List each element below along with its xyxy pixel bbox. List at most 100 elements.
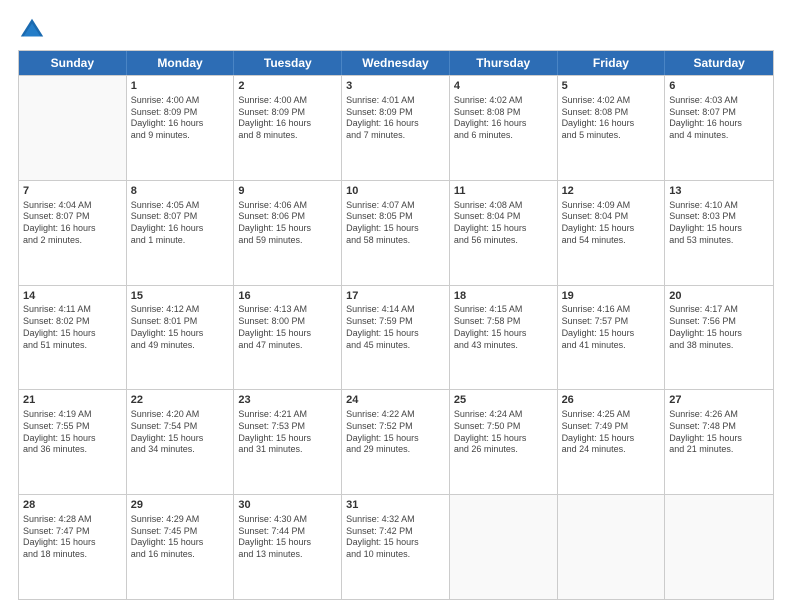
sunset-text: Sunset: 8:08 PM: [562, 107, 661, 119]
daylight-text-cont: and 21 minutes.: [669, 444, 769, 456]
sunrise-text: Sunrise: 4:26 AM: [669, 409, 769, 421]
daylight-text-cont: and 38 minutes.: [669, 340, 769, 352]
sunrise-text: Sunrise: 4:30 AM: [238, 514, 337, 526]
day-number: 19: [562, 289, 661, 304]
calendar-cell: 3Sunrise: 4:01 AMSunset: 8:09 PMDaylight…: [342, 76, 450, 180]
day-number: 23: [238, 393, 337, 408]
day-number: 27: [669, 393, 769, 408]
calendar-cell: 26Sunrise: 4:25 AMSunset: 7:49 PMDayligh…: [558, 390, 666, 494]
day-number: 12: [562, 184, 661, 199]
logo-icon: [18, 16, 46, 44]
daylight-text: Daylight: 15 hours: [454, 328, 553, 340]
weekday-header: Sunday: [19, 51, 127, 75]
calendar-cell: 1Sunrise: 4:00 AMSunset: 8:09 PMDaylight…: [127, 76, 235, 180]
sunset-text: Sunset: 7:55 PM: [23, 421, 122, 433]
calendar-cell: 15Sunrise: 4:12 AMSunset: 8:01 PMDayligh…: [127, 286, 235, 390]
sunrise-text: Sunrise: 4:09 AM: [562, 200, 661, 212]
calendar-cell: 20Sunrise: 4:17 AMSunset: 7:56 PMDayligh…: [665, 286, 773, 390]
sunset-text: Sunset: 8:09 PM: [346, 107, 445, 119]
daylight-text-cont: and 59 minutes.: [238, 235, 337, 247]
day-number: 31: [346, 498, 445, 513]
sunset-text: Sunset: 8:07 PM: [131, 211, 230, 223]
sunrise-text: Sunrise: 4:16 AM: [562, 304, 661, 316]
daylight-text: Daylight: 16 hours: [454, 118, 553, 130]
day-number: 3: [346, 79, 445, 94]
sunset-text: Sunset: 8:08 PM: [454, 107, 553, 119]
sunset-text: Sunset: 7:57 PM: [562, 316, 661, 328]
calendar-cell: [665, 495, 773, 599]
day-number: 4: [454, 79, 553, 94]
sunset-text: Sunset: 7:47 PM: [23, 526, 122, 538]
daylight-text: Daylight: 15 hours: [346, 433, 445, 445]
day-number: 9: [238, 184, 337, 199]
weekday-header: Friday: [558, 51, 666, 75]
daylight-text: Daylight: 15 hours: [346, 223, 445, 235]
calendar-cell: 31Sunrise: 4:32 AMSunset: 7:42 PMDayligh…: [342, 495, 450, 599]
daylight-text-cont: and 34 minutes.: [131, 444, 230, 456]
daylight-text: Daylight: 16 hours: [346, 118, 445, 130]
sunset-text: Sunset: 8:06 PM: [238, 211, 337, 223]
daylight-text-cont: and 6 minutes.: [454, 130, 553, 142]
calendar: SundayMondayTuesdayWednesdayThursdayFrid…: [18, 50, 774, 600]
sunset-text: Sunset: 7:56 PM: [669, 316, 769, 328]
calendar-cell: 12Sunrise: 4:09 AMSunset: 8:04 PMDayligh…: [558, 181, 666, 285]
sunset-text: Sunset: 7:50 PM: [454, 421, 553, 433]
sunrise-text: Sunrise: 4:04 AM: [23, 200, 122, 212]
sunset-text: Sunset: 7:59 PM: [346, 316, 445, 328]
day-number: 28: [23, 498, 122, 513]
daylight-text: Daylight: 15 hours: [562, 223, 661, 235]
sunrise-text: Sunrise: 4:29 AM: [131, 514, 230, 526]
sunrise-text: Sunrise: 4:15 AM: [454, 304, 553, 316]
sunset-text: Sunset: 8:01 PM: [131, 316, 230, 328]
calendar-cell: 7Sunrise: 4:04 AMSunset: 8:07 PMDaylight…: [19, 181, 127, 285]
day-number: 10: [346, 184, 445, 199]
daylight-text: Daylight: 15 hours: [346, 537, 445, 549]
weekday-header: Thursday: [450, 51, 558, 75]
logo: [18, 16, 50, 44]
daylight-text: Daylight: 15 hours: [131, 433, 230, 445]
daylight-text-cont: and 26 minutes.: [454, 444, 553, 456]
calendar-cell: 6Sunrise: 4:03 AMSunset: 8:07 PMDaylight…: [665, 76, 773, 180]
weekday-header: Saturday: [665, 51, 773, 75]
calendar-cell: 4Sunrise: 4:02 AMSunset: 8:08 PMDaylight…: [450, 76, 558, 180]
daylight-text: Daylight: 15 hours: [669, 433, 769, 445]
day-number: 26: [562, 393, 661, 408]
daylight-text: Daylight: 15 hours: [23, 433, 122, 445]
daylight-text: Daylight: 15 hours: [131, 328, 230, 340]
sunset-text: Sunset: 7:48 PM: [669, 421, 769, 433]
day-number: 16: [238, 289, 337, 304]
day-number: 15: [131, 289, 230, 304]
daylight-text-cont: and 54 minutes.: [562, 235, 661, 247]
daylight-text: Daylight: 16 hours: [238, 118, 337, 130]
weekday-header: Wednesday: [342, 51, 450, 75]
day-number: 20: [669, 289, 769, 304]
sunrise-text: Sunrise: 4:07 AM: [346, 200, 445, 212]
calendar-cell: 19Sunrise: 4:16 AMSunset: 7:57 PMDayligh…: [558, 286, 666, 390]
daylight-text-cont: and 47 minutes.: [238, 340, 337, 352]
daylight-text-cont: and 10 minutes.: [346, 549, 445, 561]
day-number: 24: [346, 393, 445, 408]
calendar-cell: 9Sunrise: 4:06 AMSunset: 8:06 PMDaylight…: [234, 181, 342, 285]
sunrise-text: Sunrise: 4:19 AM: [23, 409, 122, 421]
sunrise-text: Sunrise: 4:17 AM: [669, 304, 769, 316]
day-number: 5: [562, 79, 661, 94]
calendar-cell: 13Sunrise: 4:10 AMSunset: 8:03 PMDayligh…: [665, 181, 773, 285]
sunrise-text: Sunrise: 4:02 AM: [562, 95, 661, 107]
sunrise-text: Sunrise: 4:05 AM: [131, 200, 230, 212]
daylight-text: Daylight: 15 hours: [238, 328, 337, 340]
calendar-body: 1Sunrise: 4:00 AMSunset: 8:09 PMDaylight…: [19, 75, 773, 599]
calendar-cell: 21Sunrise: 4:19 AMSunset: 7:55 PMDayligh…: [19, 390, 127, 494]
calendar-row: 28Sunrise: 4:28 AMSunset: 7:47 PMDayligh…: [19, 494, 773, 599]
sunset-text: Sunset: 8:09 PM: [238, 107, 337, 119]
daylight-text-cont: and 31 minutes.: [238, 444, 337, 456]
daylight-text-cont: and 58 minutes.: [346, 235, 445, 247]
sunrise-text: Sunrise: 4:20 AM: [131, 409, 230, 421]
day-number: 29: [131, 498, 230, 513]
sunset-text: Sunset: 8:03 PM: [669, 211, 769, 223]
sunset-text: Sunset: 8:02 PM: [23, 316, 122, 328]
daylight-text-cont: and 18 minutes.: [23, 549, 122, 561]
sunrise-text: Sunrise: 4:13 AM: [238, 304, 337, 316]
daylight-text: Daylight: 16 hours: [23, 223, 122, 235]
sunrise-text: Sunrise: 4:01 AM: [346, 95, 445, 107]
sunrise-text: Sunrise: 4:11 AM: [23, 304, 122, 316]
